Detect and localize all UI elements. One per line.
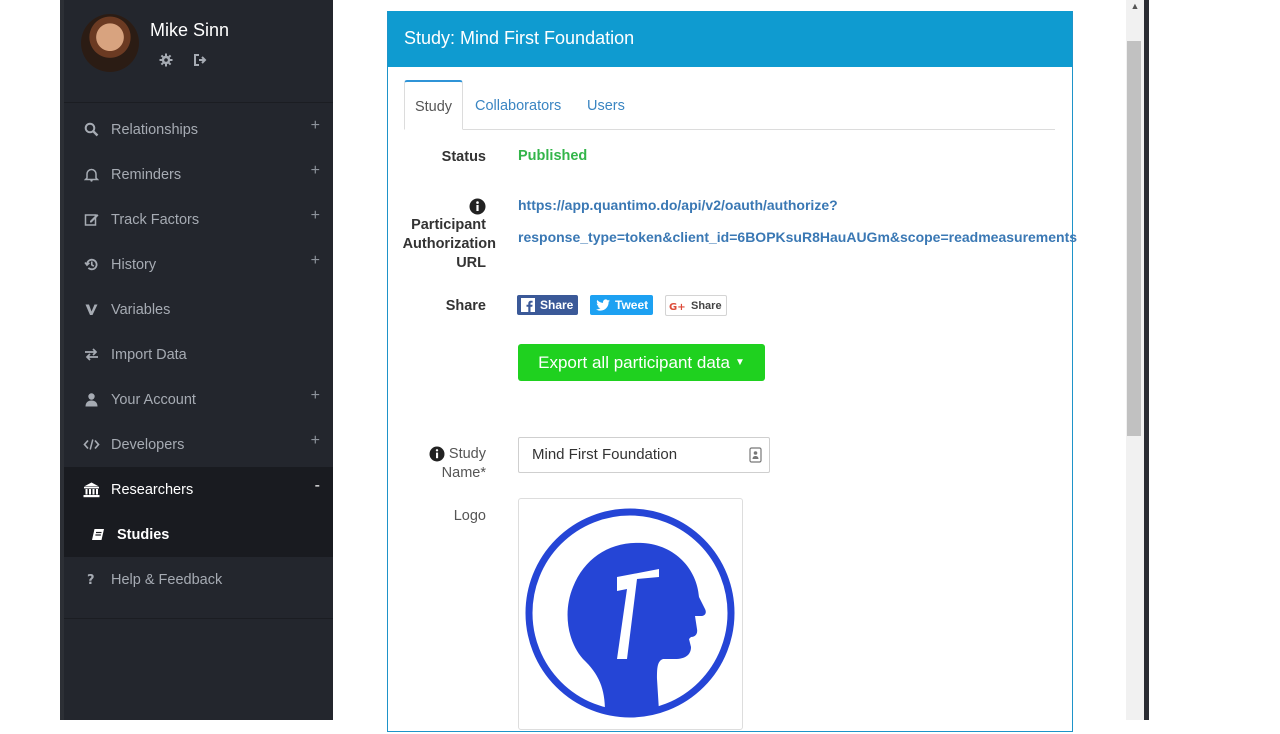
expand-icon[interactable]: + bbox=[311, 432, 320, 450]
sidebar-item-researchers[interactable]: Researchers - bbox=[64, 467, 333, 512]
collapse-icon[interactable]: - bbox=[315, 477, 320, 495]
sidebar-item-variables[interactable]: Variables bbox=[64, 287, 333, 332]
study-name-label-line-1: Study bbox=[448, 446, 486, 462]
sidebar-item-label: Help & Feedback bbox=[111, 571, 223, 588]
facebook-share-button[interactable]: Share bbox=[517, 295, 578, 315]
history-icon bbox=[82, 256, 100, 274]
sidebar-item-relationships[interactable]: Relationships + bbox=[64, 107, 333, 152]
profile-section: Mike Sinn bbox=[64, 0, 333, 103]
google-plus-icon: G+ bbox=[669, 299, 689, 313]
svg-text:?: ? bbox=[87, 573, 95, 587]
variables-icon bbox=[82, 301, 100, 319]
google-plus-share-button[interactable]: G+ Share bbox=[665, 295, 727, 316]
facebook-icon bbox=[521, 298, 535, 312]
institution-icon bbox=[82, 481, 100, 499]
study-name-label-line-2: Name* bbox=[441, 465, 486, 481]
logo-label: Logo bbox=[453, 508, 486, 524]
search-icon bbox=[82, 121, 100, 139]
share-label: Share bbox=[445, 298, 486, 314]
study-name-input[interactable]: Mind First Foundation bbox=[518, 437, 770, 473]
study-tabs: Study Collaborators Users bbox=[404, 80, 1055, 130]
sidebar-item-studies[interactable]: Studies bbox=[64, 512, 333, 557]
export-participant-data-button[interactable]: Export all participant data ▼ bbox=[518, 344, 765, 381]
study-name-value: Mind First Foundation bbox=[532, 446, 678, 463]
logout-icon[interactable] bbox=[192, 52, 208, 68]
tab-users[interactable]: Users bbox=[587, 80, 625, 128]
sidebar-item-import-data[interactable]: Import Data bbox=[64, 332, 333, 377]
sidebar-item-label: History bbox=[111, 256, 157, 273]
google-plus-share-label: Share bbox=[691, 299, 722, 312]
sidebar-divider bbox=[64, 618, 333, 619]
expand-icon[interactable]: + bbox=[311, 252, 320, 270]
expand-icon[interactable]: + bbox=[311, 162, 320, 180]
sidebar-item-label: Import Data bbox=[111, 346, 187, 363]
user-name: Mike Sinn bbox=[150, 20, 230, 40]
book-icon bbox=[89, 526, 107, 544]
facebook-share-label: Share bbox=[540, 298, 574, 312]
tab-collaborators[interactable]: Collaborators bbox=[475, 80, 561, 128]
exchange-icon bbox=[82, 346, 100, 364]
gear-icon[interactable] bbox=[158, 52, 174, 68]
user-icon bbox=[82, 391, 100, 409]
twitter-tweet-label: Tweet bbox=[615, 298, 649, 312]
url-label-line-2: Authorization bbox=[402, 236, 496, 252]
expand-icon[interactable]: + bbox=[311, 207, 320, 225]
avatar[interactable] bbox=[81, 14, 139, 72]
info-icon[interactable] bbox=[469, 198, 486, 215]
logo-image[interactable] bbox=[518, 498, 743, 730]
sidebar-item-label: Your Account bbox=[111, 391, 196, 408]
sidebar-item-label: Researchers bbox=[111, 481, 194, 498]
scrollbar-thumb[interactable] bbox=[1127, 41, 1141, 436]
status-label: Status bbox=[441, 149, 486, 165]
url-label-line-1: Participant bbox=[411, 217, 486, 233]
sidebar-item-developers[interactable]: Developers + bbox=[64, 422, 333, 467]
twitter-icon bbox=[596, 298, 610, 312]
sidebar-item-label: Studies bbox=[117, 526, 170, 543]
sidebar-item-history[interactable]: History + bbox=[64, 242, 333, 287]
sidebar: Mike Sinn Relationships + Reminders + Tr… bbox=[64, 0, 333, 720]
sidebar-nav: Relationships + Reminders + Track Factor… bbox=[64, 107, 333, 602]
sidebar-item-help-feedback[interactable]: ? Help & Feedback bbox=[64, 557, 333, 602]
url-label-line-3: URL bbox=[456, 255, 486, 271]
sidebar-item-label: Track Factors bbox=[111, 211, 200, 228]
expand-icon[interactable]: + bbox=[311, 387, 320, 405]
tab-study[interactable]: Study bbox=[404, 80, 463, 130]
sidebar-item-label: Relationships bbox=[111, 121, 199, 138]
twitter-tweet-button[interactable]: Tweet bbox=[590, 295, 653, 315]
sidebar-item-label: Variables bbox=[111, 301, 171, 318]
sidebar-item-label: Reminders bbox=[111, 166, 182, 183]
caret-down-icon: ▼ bbox=[734, 357, 745, 368]
info-icon[interactable] bbox=[429, 446, 445, 462]
edit-icon bbox=[82, 211, 100, 229]
sidebar-item-track-factors[interactable]: Track Factors + bbox=[64, 197, 333, 242]
status-value: Published bbox=[518, 148, 588, 164]
card-header: Study: Mind First Foundation bbox=[388, 11, 1072, 67]
export-button-label: Export all participant data bbox=[538, 352, 730, 372]
scroll-up-arrow-icon[interactable]: ▲ bbox=[1126, 0, 1144, 14]
bell-icon bbox=[82, 166, 100, 184]
window-right-frame bbox=[1144, 0, 1149, 720]
sidebar-item-label: Developers bbox=[111, 436, 185, 453]
input-contact-icon bbox=[749, 447, 763, 463]
authorization-url-line-2[interactable]: response_type=token&client_id=6BOPKsuR8H… bbox=[518, 229, 1077, 245]
authorization-url-line-1[interactable]: https://app.quantimo.do/api/v2/oauth/aut… bbox=[518, 197, 838, 213]
sidebar-item-your-account[interactable]: Your Account + bbox=[64, 377, 333, 422]
question-icon: ? bbox=[82, 571, 100, 589]
sidebar-item-reminders[interactable]: Reminders + bbox=[64, 152, 333, 197]
card-title: Study: Mind First Foundation bbox=[404, 28, 635, 48]
code-icon bbox=[82, 436, 100, 454]
svg-text:G+: G+ bbox=[669, 302, 686, 312]
expand-icon[interactable]: + bbox=[311, 117, 320, 135]
